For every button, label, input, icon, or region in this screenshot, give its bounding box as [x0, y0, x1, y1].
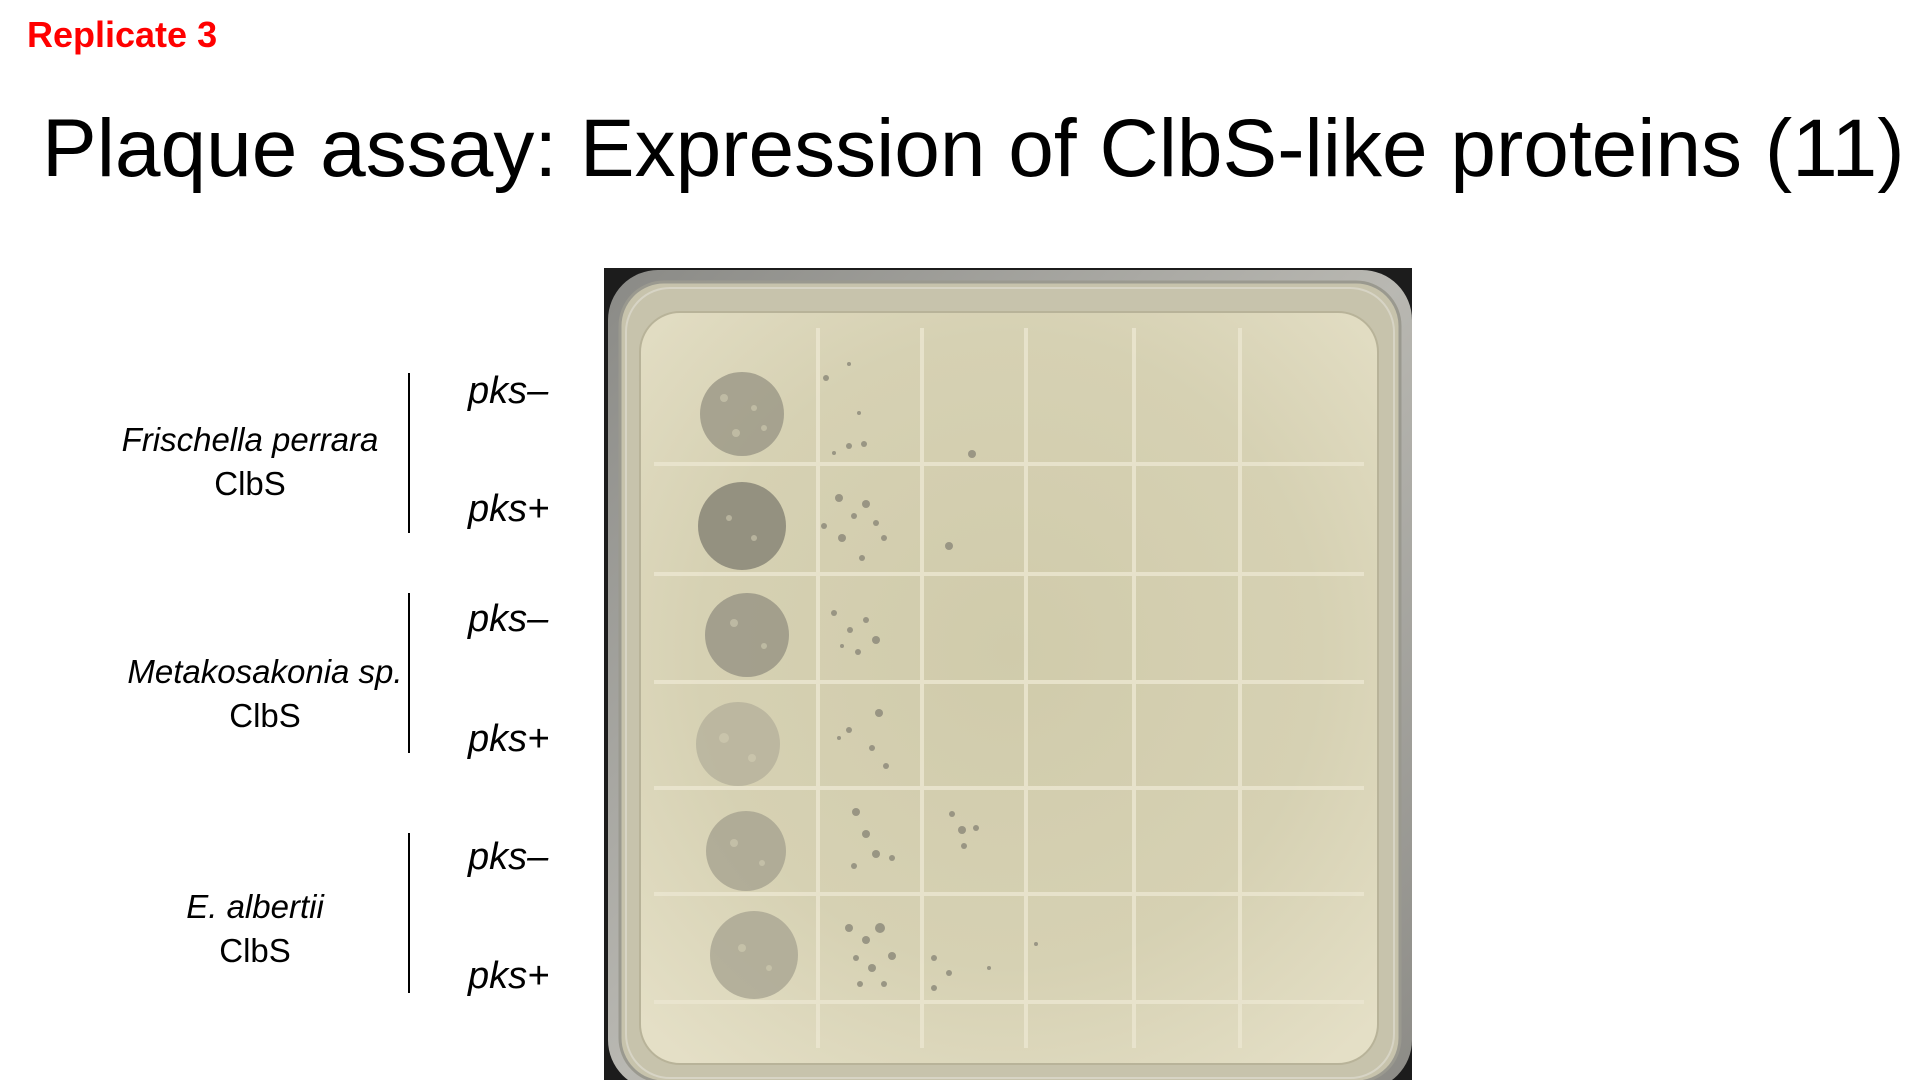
group-label-frischella: Frischella perrara ClbS — [100, 418, 400, 506]
strain-label: pks– — [468, 836, 549, 878]
plate-drawing — [604, 268, 1412, 1080]
group-bracket — [408, 593, 410, 753]
strain-label: pks+ — [468, 955, 550, 997]
group-bracket — [408, 373, 410, 533]
group-bracket — [408, 833, 410, 993]
strain-label: pks– — [468, 598, 549, 640]
protein-name: ClbS — [219, 932, 291, 969]
strain-label: pks+ — [468, 718, 550, 760]
strain-label: pks+ — [468, 488, 550, 530]
replicate-label: Replicate 3 — [27, 14, 218, 55]
species-name: E. albertii — [186, 888, 324, 925]
plaque-plate-photo — [604, 268, 1412, 1080]
slide-title: Plaque assay: Expression of ClbS-like pr… — [42, 103, 1905, 194]
species-name: Metakosakonia sp. — [127, 653, 403, 690]
strain-label: pks– — [468, 370, 549, 412]
group-label-metakosakonia: Metakosakonia sp. ClbS — [110, 650, 420, 738]
protein-name: ClbS — [214, 465, 286, 502]
species-name: Frischella perrara — [121, 421, 379, 458]
protein-name: ClbS — [229, 697, 301, 734]
group-label-albertii: E. albertii ClbS — [130, 885, 380, 973]
